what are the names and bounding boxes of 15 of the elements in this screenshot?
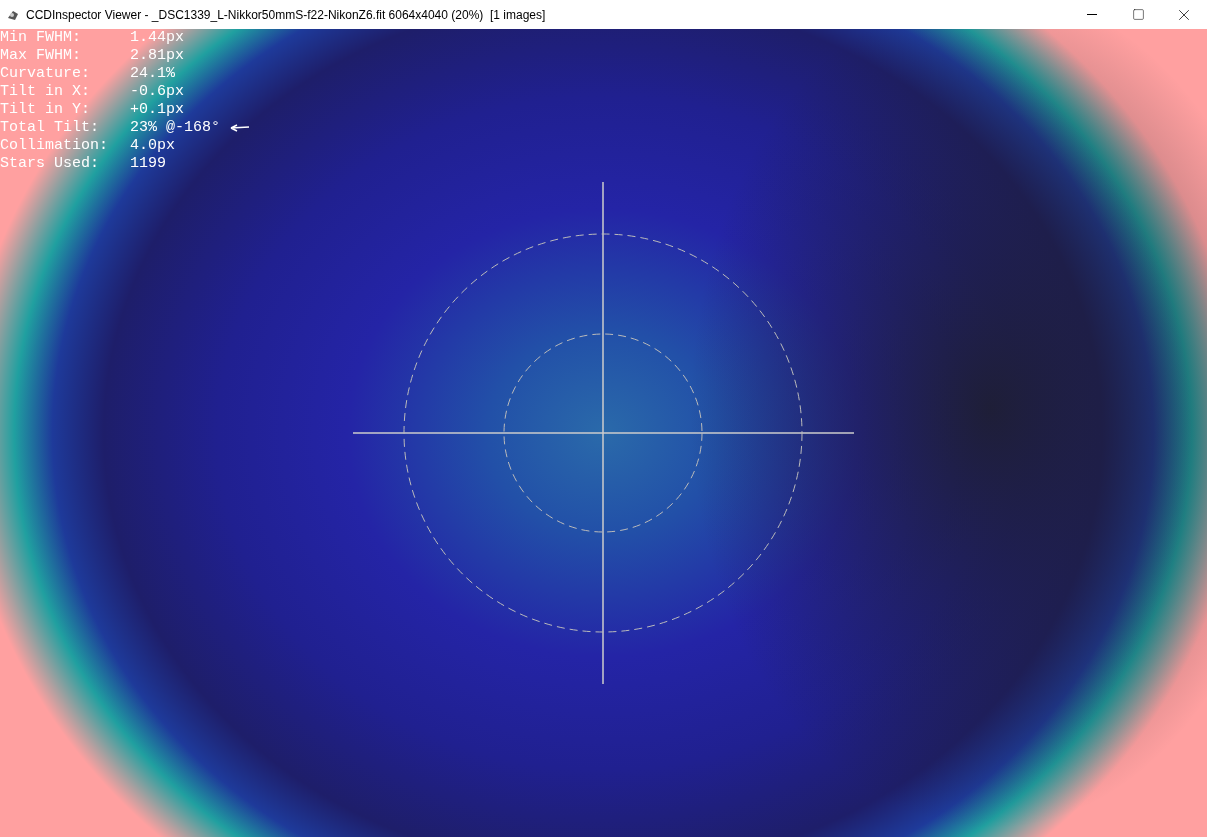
maximize-icon	[1131, 8, 1145, 21]
stat-value: 23% @-168°	[130, 119, 220, 137]
stat-label: Max FWHM:	[0, 47, 82, 65]
window-title: CCDInspector Viewer - _DSC1339_L-Nikkor50mmS-f22-NikonZ6.fit 6064x4040 (20%) [1 images]	[26, 6, 546, 24]
arrow-icon	[230, 124, 250, 132]
stat-value: 1199	[130, 155, 166, 173]
stat-label: Curvature:	[0, 65, 91, 83]
stat-value: 4.0px	[130, 137, 175, 155]
stat-value: -0.6px	[130, 83, 184, 101]
stat-label: Tilt in X:	[0, 83, 91, 101]
stat-value: 24.1%	[130, 65, 175, 83]
stat-label: Min FWHM:	[0, 29, 82, 47]
minimize-icon	[1087, 14, 1097, 15]
stat-value: +0.1px	[130, 101, 184, 119]
stat-label: Tilt in Y:	[0, 101, 91, 119]
